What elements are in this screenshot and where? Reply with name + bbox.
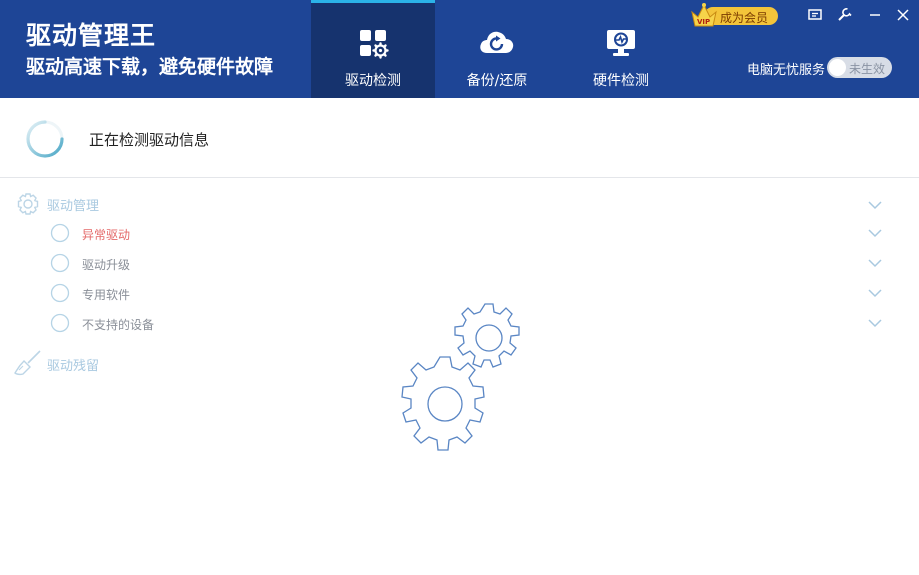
tree-driver-management[interactable]: 驱动管理 [0,192,919,216]
tab-label: 硬件检测 [593,73,649,89]
gear-icon [17,193,39,215]
tree-label: 异常驱动 [82,228,131,242]
grid-gear-icon [360,30,389,59]
vip-label: 成为会员 [720,11,769,25]
status-text: 正在检测驱动信息 [89,131,210,149]
become-member-button[interactable]: VIP 成为会员 [690,3,778,27]
tree-label: 驱动残留 [47,359,100,374]
app-slogan: 驱动高速下载，避免硬件故障 [26,56,274,78]
monitor-check-icon [607,30,635,56]
tab-hardware-detection[interactable]: 硬件检测 [559,0,683,98]
tree-label: 驱动升级 [82,258,131,272]
service-toggle[interactable]: 未生效 [827,57,892,78]
scanning-gears-icon [401,303,520,451]
chevron-down-icon [868,259,882,268]
tab-label: 驱动检测 [345,73,401,89]
chevron-down-icon [868,319,882,328]
tree-label: 驱动管理 [47,199,100,214]
radio-circle-icon [50,313,70,333]
app-title: 驱动管理王 [26,21,157,50]
toggle-status-text: 未生效 [849,62,886,76]
minimize-icon[interactable] [865,5,885,25]
tree-item-abnormal-drivers[interactable]: 异常驱动 [0,221,919,245]
tab-driver-detection[interactable]: 驱动检测 [311,0,435,98]
tree-label: 专用软件 [82,288,131,302]
radio-circle-icon [50,253,70,273]
service-label: 电脑无忧服务 [747,63,826,78]
vip-crown-icon: VIP [691,3,717,27]
vip-tag: VIP [697,18,710,26]
feedback-icon[interactable] [805,5,825,25]
broom-icon [14,350,41,376]
chevron-down-icon [868,289,882,298]
tree-item-driver-upgrade[interactable]: 驱动升级 [0,251,919,275]
close-icon[interactable] [893,5,913,25]
tree-label: 不支持的设备 [82,318,155,332]
loading-spinner-icon [26,120,64,158]
radio-circle-icon [50,283,70,303]
chevron-down-icon [868,201,882,210]
settings-wrench-icon[interactable] [835,5,855,25]
tab-label: 备份/还原 [466,73,528,89]
cloud-refresh-icon [480,31,514,53]
toggle-knob [829,59,846,76]
tab-backup-restore[interactable]: 备份/还原 [435,0,559,98]
radio-circle-icon [50,223,70,243]
detection-status-bar: 正在检测驱动信息 [0,98,919,178]
header-bar: 驱动管理王 驱动高速下载，避免硬件故障 驱动检测 备份/还原 硬件检测 VIP … [0,0,919,98]
chevron-down-icon [868,229,882,238]
